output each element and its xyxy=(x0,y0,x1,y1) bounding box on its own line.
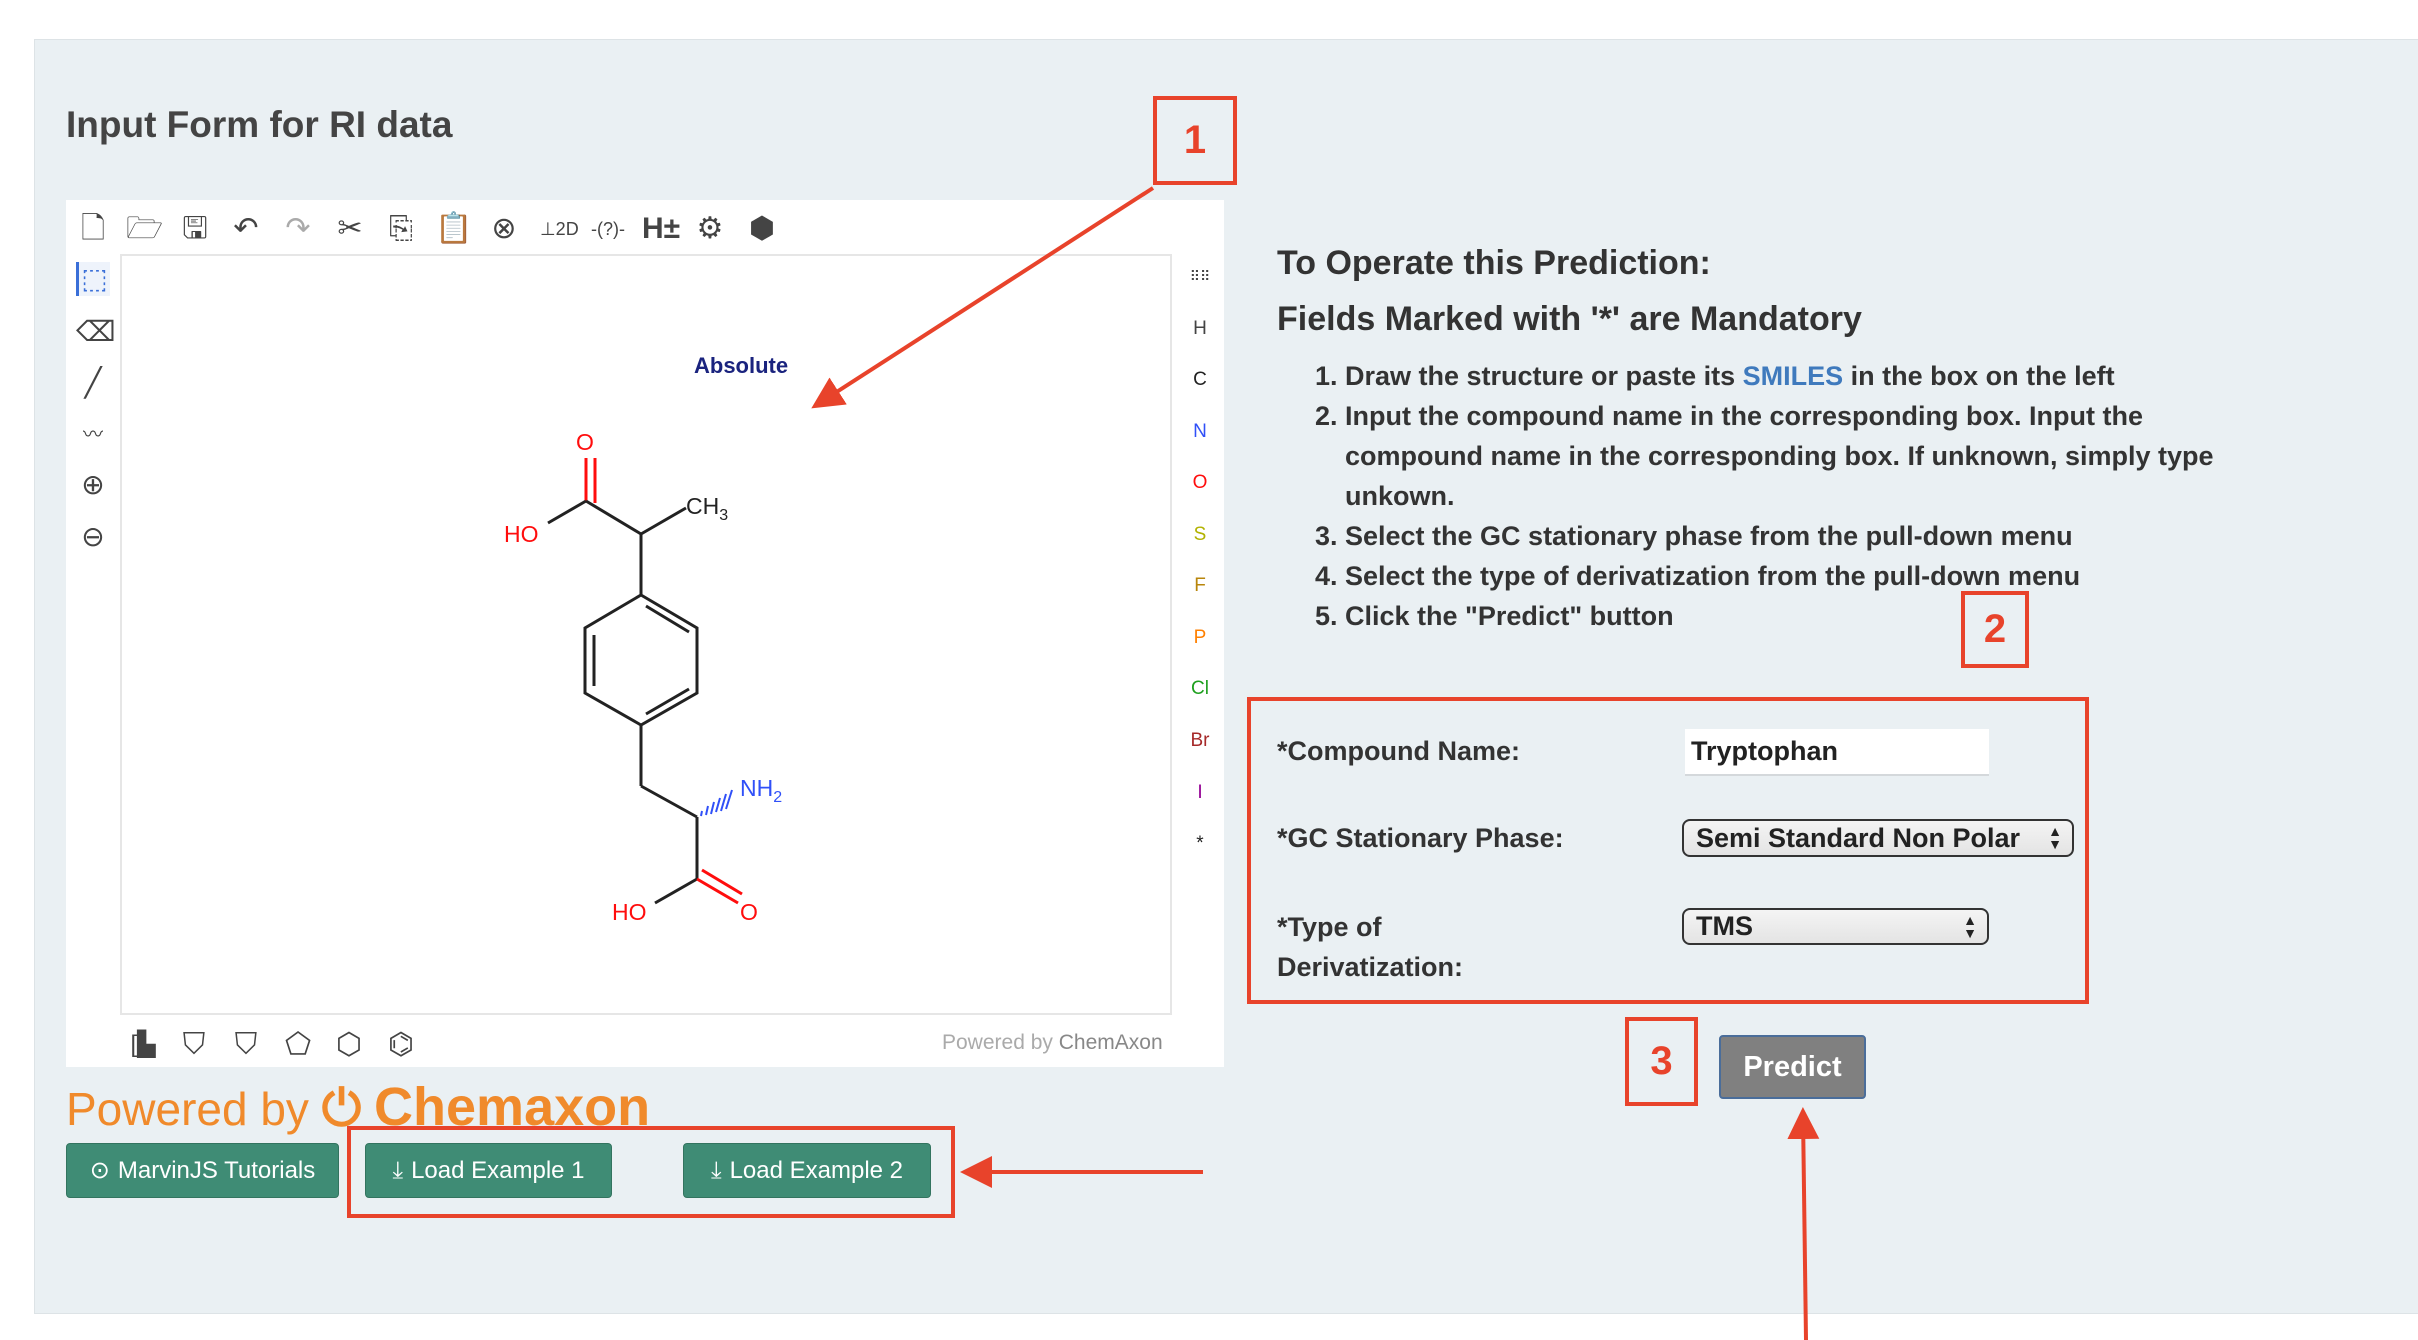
atom-label: HO xyxy=(612,899,647,925)
atom-label: CH3 xyxy=(686,493,728,524)
chirality-label: Absolute xyxy=(694,353,788,378)
annotation-2: 2 xyxy=(1961,591,2029,668)
marvinjs-tutorials-button[interactable]: ⊙ MarvinJS Tutorials xyxy=(66,1143,339,1198)
atom-label: HO xyxy=(504,521,539,547)
atom-cl[interactable]: Cl xyxy=(1186,678,1214,700)
annotation-3: 3 xyxy=(1625,1017,1698,1106)
atom-p[interactable]: P xyxy=(1186,627,1214,649)
smiles-link[interactable]: SMILES xyxy=(1743,361,1844,391)
atom-br[interactable]: Br xyxy=(1186,730,1214,752)
benzene-ring xyxy=(583,593,699,727)
step-5: Click the "Predict" button xyxy=(1345,596,2227,636)
atom-f[interactable]: F xyxy=(1186,575,1214,597)
instructions: To Operate this Prediction: Fields Marke… xyxy=(1277,244,2227,636)
atom-label: O xyxy=(740,899,758,925)
atom-h[interactable]: H xyxy=(1186,318,1214,340)
step-1: Draw the structure or paste its SMILES i… xyxy=(1345,356,2227,396)
step-3: Select the GC stationary phase from the … xyxy=(1345,516,2227,556)
benzene-template-icon[interactable]: ⌬ xyxy=(384,1028,418,1062)
atom-label: NH2 xyxy=(740,775,782,806)
atom-s[interactable]: S xyxy=(1186,524,1214,546)
atom-label: O xyxy=(576,429,594,455)
step-4: Select the type of derivatization from t… xyxy=(1345,556,2227,596)
cyclopropane-template-icon[interactable]: ⛉ xyxy=(229,1028,263,1062)
cyclohexane-template-icon[interactable]: ⬡ xyxy=(332,1028,366,1062)
annotation-1: 1 xyxy=(1153,96,1237,185)
form-highlight-box xyxy=(1247,697,2089,1004)
bond xyxy=(654,877,698,905)
bond xyxy=(585,499,642,536)
step-2: Input the compound name in the correspon… xyxy=(1345,396,2227,516)
atom-c[interactable]: C xyxy=(1186,369,1214,391)
atom-o[interactable]: O xyxy=(1186,472,1214,494)
mandatory-note: Fields Marked with '*' are Mandatory xyxy=(1277,300,1862,338)
bracket-template-icon[interactable]: [▙ xyxy=(126,1028,160,1062)
play-circle-icon: ⊙ xyxy=(89,1157,110,1184)
bond xyxy=(640,506,687,536)
atom-n[interactable]: N xyxy=(1186,421,1214,443)
aromatic-template-icon[interactable]: ⛉ xyxy=(177,1028,211,1062)
predict-button[interactable]: Predict xyxy=(1719,1035,1866,1099)
bond xyxy=(696,877,739,905)
bond xyxy=(701,868,743,896)
powered-by-chemaxon-text[interactable]: Powered by ChemAxon xyxy=(942,1031,1163,1055)
cyclopentane-template-icon[interactable]: ⬠ xyxy=(281,1028,315,1062)
bond xyxy=(640,784,698,819)
bond xyxy=(547,499,587,525)
atom-any[interactable]: * xyxy=(1186,833,1214,855)
examples-highlight-box xyxy=(347,1126,955,1218)
periodic-table-icon[interactable]: ⠿⠿ xyxy=(1186,268,1214,285)
atom-i[interactable]: I xyxy=(1186,782,1214,804)
hashed-wedge-bond xyxy=(700,789,733,817)
instructions-heading: To Operate this Prediction: xyxy=(1277,244,1711,282)
